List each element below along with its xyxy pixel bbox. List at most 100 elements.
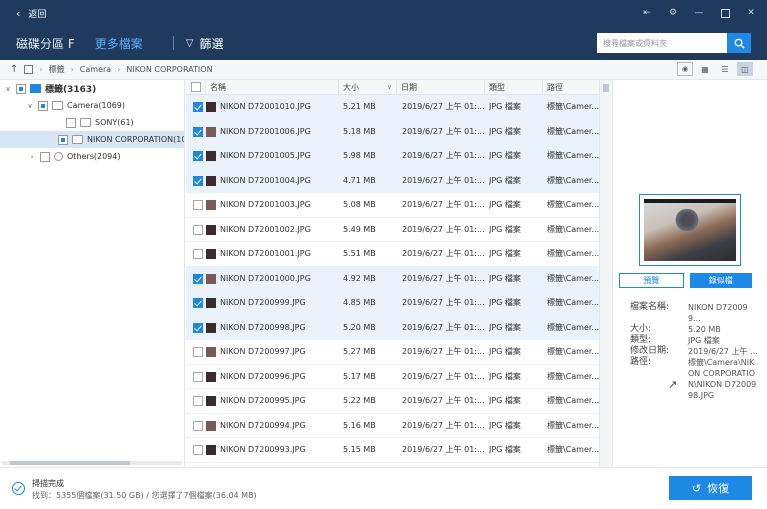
breadcrumb-item[interactable]: NIKON CORPORATION xyxy=(126,65,212,74)
tree-checkbox[interactable] xyxy=(66,117,76,128)
tree-item-label: NIKON CORPORATION(1008) xyxy=(87,135,184,144)
info-row: 大小: 5.20 MB xyxy=(630,324,721,334)
column-type[interactable]: 類型 xyxy=(485,80,543,95)
exit-icon[interactable]: ⇤ xyxy=(639,5,655,21)
recover-button[interactable]: ↺ 恢復 xyxy=(669,476,752,500)
row-checkbox[interactable] xyxy=(193,224,203,235)
table-row[interactable]: NIKON D72001010.JPG 5.21 MB 2019/6/27 上午 0… xyxy=(186,95,599,120)
column-name[interactable]: 名稱 xyxy=(206,80,339,95)
image-thumbnail-icon xyxy=(206,126,216,137)
table-row[interactable]: NIKON D7200993.JPG 5.15 MB 2019/6/27 上午 01… xyxy=(186,438,599,463)
table-row[interactable]: NIKON D72001000.JPG 4.92 MB 2019/6/27 上午 0… xyxy=(186,266,599,291)
row-checkbox[interactable] xyxy=(193,249,203,259)
close-icon[interactable]: ✕ xyxy=(743,5,759,21)
tree-checkbox[interactable] xyxy=(40,151,50,162)
row-checkbox[interactable] xyxy=(193,371,203,382)
file-size: 5.49 MB xyxy=(343,224,376,234)
file-date: 2019/6/27 上午 01:... xyxy=(402,347,484,356)
row-checkbox[interactable] xyxy=(193,298,203,308)
search-input[interactable] xyxy=(597,33,727,53)
back-button[interactable]: ‹ 返回 xyxy=(0,0,46,26)
table-row[interactable]: NIKON D7200998.JPG 5.20 MB 2019/6/27 上午 01… xyxy=(186,315,599,340)
file-name: NIKON D7200998.JPG xyxy=(220,322,306,332)
file-size: 5.98 MB xyxy=(343,151,376,160)
table-vertical-scrollbar[interactable] xyxy=(599,80,613,467)
file-date: 2019/6/27 上午 01:... xyxy=(402,396,484,405)
table-row[interactable]: NIKON D72001003.JPG 5.08 MB 2019/6/27 上午 0… xyxy=(186,193,599,218)
chevron-right-icon[interactable]: › xyxy=(28,153,36,161)
settings-icon[interactable]: ⚙ xyxy=(665,5,681,21)
file-path: 標籤\Camer... xyxy=(547,126,599,136)
file-date: 2019/6/27 上午 01:... xyxy=(402,151,484,160)
tree-item[interactable]: SONY(61) xyxy=(0,114,184,131)
table-row[interactable]: NIKON D7200997.JPG 5.27 MB 2019/6/27 上午 01… xyxy=(186,340,599,365)
table-row[interactable]: NIKON D72001006.JPG 5.18 MB 2019/6/27 上午 0… xyxy=(186,119,599,144)
file-name: NIKON D7200997.JPG xyxy=(220,347,306,356)
row-checkbox[interactable] xyxy=(193,273,203,284)
detail-view-icon[interactable]: ◫ xyxy=(737,62,753,76)
tree-item[interactable]: ∨ 標籤(3163) xyxy=(0,80,184,97)
column-path[interactable]: 路徑 xyxy=(543,80,599,95)
preview-thumbnail[interactable] xyxy=(639,194,741,266)
filter-label: 篩選 xyxy=(199,36,224,51)
image-thumbnail-icon xyxy=(206,175,216,186)
row-checkbox[interactable] xyxy=(193,102,203,112)
row-checkbox[interactable] xyxy=(193,151,203,161)
table-row[interactable]: NIKON D7200996.JPG 5.17 MB 2019/6/27 上午 01… xyxy=(186,365,599,389)
minimize-icon[interactable]: — xyxy=(691,5,707,21)
row-checkbox[interactable] xyxy=(193,396,203,406)
file-date: 2019/6/27 上午 01:... xyxy=(402,175,484,185)
file-name: NIKON D7200996.JPG xyxy=(220,371,306,381)
up-arrow-icon[interactable]: ↑ xyxy=(10,64,18,75)
row-checkbox[interactable] xyxy=(193,200,203,210)
preview-button[interactable]: 預覽 xyxy=(619,273,684,288)
eye-icon[interactable]: ◉ xyxy=(677,62,693,76)
tree-checkbox[interactable] xyxy=(38,100,48,111)
list-view-icon[interactable]: ☰ xyxy=(717,62,733,76)
row-checkbox[interactable] xyxy=(193,445,203,455)
tree-item[interactable]: ∨ Camera(1069) xyxy=(0,97,184,114)
table-row[interactable]: NIKON D7200999.JPG 4.85 MB 2019/6/27 上午 01… xyxy=(186,291,599,316)
file-path: 標籤\Camer... xyxy=(547,322,599,332)
file-type: JPG 檔案 xyxy=(489,200,521,209)
back-label: 返回 xyxy=(28,9,47,20)
tree-item[interactable]: › Others(2094) xyxy=(0,148,184,165)
select-all-checkbox[interactable] xyxy=(191,82,201,92)
breadcrumb: ↑ › 標籤 › Camera › NIKON CORPORATION ◉ ▦ … xyxy=(0,60,767,80)
row-checkbox[interactable] xyxy=(193,175,203,186)
tab-more-files[interactable]: 更多檔案 xyxy=(85,35,153,52)
row-checkbox[interactable] xyxy=(193,126,203,137)
table-row[interactable]: NIKON D7200994.JPG 5.16 MB 2019/6/27 上午 01… xyxy=(186,414,599,438)
search-button[interactable] xyxy=(727,33,751,53)
file-size: 5.22 MB xyxy=(343,396,376,405)
chevron-down-icon[interactable]: ∨ xyxy=(26,102,34,110)
breadcrumb-item[interactable]: Camera xyxy=(80,65,111,74)
file-type: JPG 檔案 xyxy=(489,420,521,430)
restore-icon: ↺ xyxy=(691,481,702,495)
filter-button[interactable]: ▽ 篩選 xyxy=(186,35,224,52)
file-date: 2019/6/27 上午 01:... xyxy=(402,420,484,430)
tree-checkbox[interactable] xyxy=(58,134,68,145)
table-row[interactable]: NIKON D72001002.JPG 5.49 MB 2019/6/27 上午 0… xyxy=(186,218,599,242)
table-row[interactable]: NIKON D7200995.JPG 5.22 MB 2019/6/27 上午 01… xyxy=(186,389,599,414)
tab-partition[interactable]: 磁碟分區 F xyxy=(0,35,85,52)
column-size[interactable]: 大小 ∨ xyxy=(339,80,397,95)
copy-button[interactable]: 錄似檔 xyxy=(689,273,752,288)
column-date[interactable]: 日期 xyxy=(397,80,485,95)
table-row[interactable]: NIKON D72001005.JPG 5.98 MB 2019/6/27 上午 0… xyxy=(186,144,599,169)
row-checkbox[interactable] xyxy=(193,420,203,431)
file-type: JPG 檔案 xyxy=(489,273,521,283)
tree-horizontal-scrollbar[interactable] xyxy=(2,461,182,465)
breadcrumb-item[interactable]: 標籤 xyxy=(49,64,65,75)
folder-home-icon[interactable] xyxy=(24,65,34,74)
preview-buttons: 預覽 錄似檔 xyxy=(619,273,752,288)
row-checkbox[interactable] xyxy=(193,347,203,357)
row-checkbox[interactable] xyxy=(193,322,203,333)
maximize-icon[interactable] xyxy=(717,5,733,21)
chevron-down-icon[interactable]: ∨ xyxy=(4,85,12,93)
grid-view-icon[interactable]: ▦ xyxy=(697,62,713,76)
tree-checkbox[interactable] xyxy=(16,83,26,94)
table-row[interactable]: NIKON D72001001.JPG 5.51 MB 2019/6/27 上午 0… xyxy=(186,242,599,267)
table-row[interactable]: NIKON D72001004.JPG 4.71 MB 2019/6/27 上午 0… xyxy=(186,168,599,193)
tree-item[interactable]: NIKON CORPORATION(1008) xyxy=(0,131,184,148)
